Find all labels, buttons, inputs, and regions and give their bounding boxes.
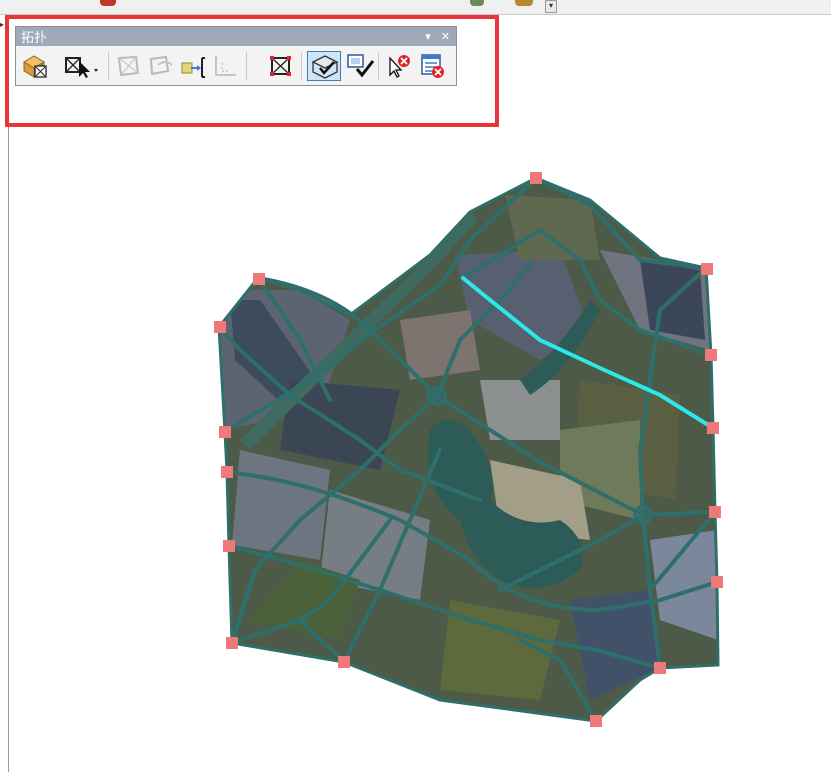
vertex-marker[interactable] [654, 662, 666, 674]
vertex-marker[interactable] [338, 656, 350, 668]
vertex-marker[interactable] [221, 466, 233, 478]
vertex-marker[interactable] [705, 349, 717, 361]
annotation-highlight-frame [5, 15, 499, 127]
vertex-marker[interactable] [530, 172, 542, 184]
vertex-marker[interactable] [709, 506, 721, 518]
vertex-marker[interactable] [711, 576, 723, 588]
vertex-marker[interactable] [226, 637, 238, 649]
vertex-marker[interactable] [253, 273, 265, 285]
vertex-marker[interactable] [214, 321, 226, 333]
vertex-marker[interactable] [707, 422, 719, 434]
vertex-marker[interactable] [223, 540, 235, 552]
satellite-imagery [219, 178, 718, 721]
vertex-marker[interactable] [219, 426, 231, 438]
vertex-marker[interactable] [701, 263, 713, 275]
vertex-marker[interactable] [590, 715, 602, 727]
